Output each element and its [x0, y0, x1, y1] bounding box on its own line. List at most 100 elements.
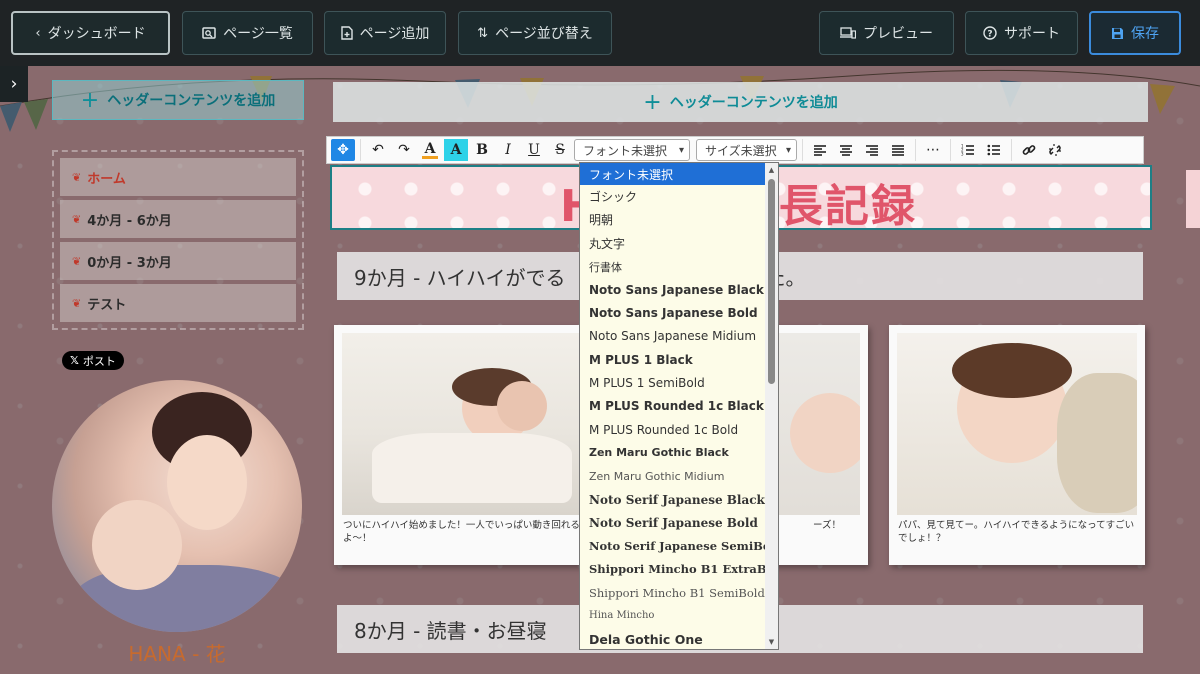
- font-option[interactable]: Noto Sans Japanese Black: [580, 278, 766, 301]
- size-select-value: サイズ未選択: [705, 143, 777, 158]
- sort-arrows-icon: ⇅: [477, 25, 489, 41]
- unordered-list-icon[interactable]: [982, 139, 1006, 161]
- page-list-label: ページ一覧: [223, 26, 293, 42]
- save-button[interactable]: 保存: [1089, 11, 1181, 55]
- chevron-right-icon: ›: [10, 74, 18, 94]
- plus-icon: +: [643, 89, 662, 115]
- font-option[interactable]: M PLUS 1 Black: [580, 348, 766, 371]
- dashboard-label: ダッシュボード: [47, 26, 146, 42]
- font-option[interactable]: Noto Serif Japanese Bold: [580, 511, 766, 534]
- x-post-button[interactable]: 𝕏 ポスト: [62, 351, 124, 370]
- scroll-down-icon[interactable]: ▼: [765, 636, 778, 648]
- sort-pages-button[interactable]: ⇅ ページ並び替え: [458, 11, 612, 55]
- floppy-disk-icon: [1111, 27, 1124, 40]
- strikethrough-icon[interactable]: S: [548, 139, 572, 161]
- bold-icon[interactable]: B: [470, 139, 494, 161]
- font-option[interactable]: Noto Serif Japanese Black: [580, 488, 766, 511]
- italic-icon[interactable]: I: [496, 139, 520, 161]
- sidebar-item-4-6-months[interactable]: ❦ 4か月 - 6か月: [60, 200, 296, 238]
- font-option[interactable]: Shippori Mincho B1 ExtraBold: [580, 558, 778, 581]
- font-option[interactable]: M PLUS Rounded 1c Bold: [580, 418, 766, 441]
- link-icon[interactable]: [1017, 139, 1041, 161]
- underline-icon[interactable]: U: [522, 139, 546, 161]
- font-option-selected[interactable]: フォント未選択: [580, 163, 766, 185]
- align-justify-icon[interactable]: [886, 139, 910, 161]
- chevron-down-icon: ▾: [785, 144, 791, 156]
- font-option[interactable]: Noto Sans Japanese Bold: [580, 301, 766, 324]
- move-handle-icon[interactable]: ✥: [331, 139, 355, 161]
- scrollbar-thumb[interactable]: [768, 179, 775, 384]
- sidebar-item-label: 4か月 - 6か月: [87, 213, 172, 229]
- undo-icon[interactable]: ↶: [366, 139, 390, 161]
- align-center-icon[interactable]: [834, 139, 858, 161]
- plus-icon: +: [80, 87, 100, 113]
- font-family-dropdown[interactable]: フォント未選択 ゴシック 明朝 丸文字 行書体 Noto Sans Japane…: [579, 162, 779, 650]
- font-option[interactable]: Noto Serif Japanese SemiBold: [580, 534, 778, 557]
- unlink-icon[interactable]: [1043, 139, 1067, 161]
- sidebar-header-add-label: ヘッダーコンテンツを追加: [107, 93, 276, 109]
- top-toolbar: ‹ ダッシュボード ページ一覧 ページ追加 ⇅ ページ並び替え プレビュー ? …: [0, 0, 1200, 66]
- file-plus-icon: [340, 26, 353, 40]
- main-header-add-label: ヘッダーコンテンツを追加: [669, 95, 838, 111]
- sidebar-header-add-button[interactable]: + ヘッダーコンテンツを追加: [52, 80, 304, 120]
- align-right-icon[interactable]: [860, 139, 884, 161]
- font-option-list: フォント未選択 ゴシック 明朝 丸文字 行書体 Noto Sans Japane…: [580, 163, 778, 649]
- support-button[interactable]: ? サポート: [965, 11, 1078, 55]
- svg-text:3: 3: [961, 152, 964, 157]
- sort-pages-label: ページ並び替え: [495, 26, 593, 42]
- font-option[interactable]: Noto Sans Japanese Midium: [580, 325, 766, 348]
- page-list-button[interactable]: ページ一覧: [182, 11, 313, 55]
- svg-text:?: ?: [987, 30, 992, 40]
- right-edge-block: [1186, 170, 1200, 228]
- ordered-list-icon[interactable]: 123: [956, 139, 980, 161]
- cherry-icon: ❦: [72, 212, 82, 226]
- dashboard-button[interactable]: ‹ ダッシュボード: [11, 11, 170, 55]
- font-size-select[interactable]: サイズ未選択 ▾: [696, 139, 797, 161]
- photo-card[interactable]: パパ、見て見てー。ハイハイできるようになってすごいでしょ！？: [889, 325, 1145, 565]
- page-list-icon: [202, 27, 216, 39]
- sidebar-toggle-button[interactable]: ›: [0, 66, 28, 102]
- support-label: サポート: [1004, 26, 1060, 42]
- font-family-select[interactable]: フォント未選択 ▾: [574, 139, 690, 161]
- font-option[interactable]: Hina Mincho: [580, 604, 766, 627]
- font-option[interactable]: Dela Gothic One: [580, 628, 766, 649]
- sidebar-item-0-3-months[interactable]: ❦ 0か月 - 3か月: [60, 242, 296, 280]
- sidebar-item-home[interactable]: ❦ ホーム: [60, 158, 296, 196]
- baby-photo: [342, 333, 582, 515]
- dropdown-scrollbar[interactable]: ▲ ▼: [765, 163, 778, 649]
- font-option[interactable]: 明朝: [580, 208, 766, 231]
- font-option[interactable]: M PLUS Rounded 1c Black: [580, 395, 766, 418]
- cherry-icon: ❦: [72, 170, 82, 184]
- redo-icon[interactable]: ↷: [392, 139, 416, 161]
- preview-button[interactable]: プレビュー: [819, 11, 954, 55]
- scroll-up-icon[interactable]: ▲: [765, 164, 778, 176]
- font-option[interactable]: Shippori Mincho B1 SemiBold: [580, 581, 766, 604]
- font-select-value: フォント未選択: [583, 143, 668, 158]
- font-option[interactable]: Zen Maru Gothic Black: [580, 441, 766, 464]
- font-option[interactable]: ゴシック: [580, 185, 766, 208]
- font-option[interactable]: 行書体: [580, 255, 766, 278]
- main-header-add-button[interactable]: + ヘッダーコンテンツを追加: [333, 82, 1148, 122]
- x-logo-icon: 𝕏: [70, 354, 79, 367]
- font-option[interactable]: Zen Maru Gothic Midium: [580, 465, 766, 488]
- cherry-icon: ❦: [72, 254, 82, 268]
- preview-label: プレビュー: [863, 26, 933, 42]
- horizontal-rule-icon[interactable]: ⋯: [921, 139, 945, 161]
- font-color-icon[interactable]: A: [418, 139, 442, 161]
- photo-caption: ついにハイハイ始めました！一人でいっぱい動き回れるよ～！: [343, 520, 580, 544]
- sidebar-item-label: 0か月 - 3か月: [87, 255, 172, 271]
- photo-card[interactable]: ついにハイハイ始めました！一人でいっぱい動き回れるよ～！: [334, 325, 590, 565]
- add-page-label: ページ追加: [359, 26, 430, 42]
- highlight-color-icon[interactable]: A: [444, 139, 468, 161]
- save-label: 保存: [1131, 26, 1159, 42]
- font-option[interactable]: M PLUS 1 SemiBold: [580, 371, 766, 394]
- devices-icon: [840, 27, 856, 39]
- baby-photo: [897, 333, 1137, 515]
- font-option[interactable]: 丸文字: [580, 232, 766, 255]
- sidebar-nav: ❦ ホーム ❦ 4か月 - 6か月 ❦ 0か月 - 3か月 ❦ テスト: [52, 150, 304, 330]
- sidebar-item-test[interactable]: ❦ テスト: [60, 284, 296, 322]
- add-page-button[interactable]: ページ追加: [324, 11, 446, 55]
- profile-name: HANA - 花: [128, 642, 226, 666]
- align-left-icon[interactable]: [808, 139, 832, 161]
- post-label: ポスト: [82, 354, 116, 368]
